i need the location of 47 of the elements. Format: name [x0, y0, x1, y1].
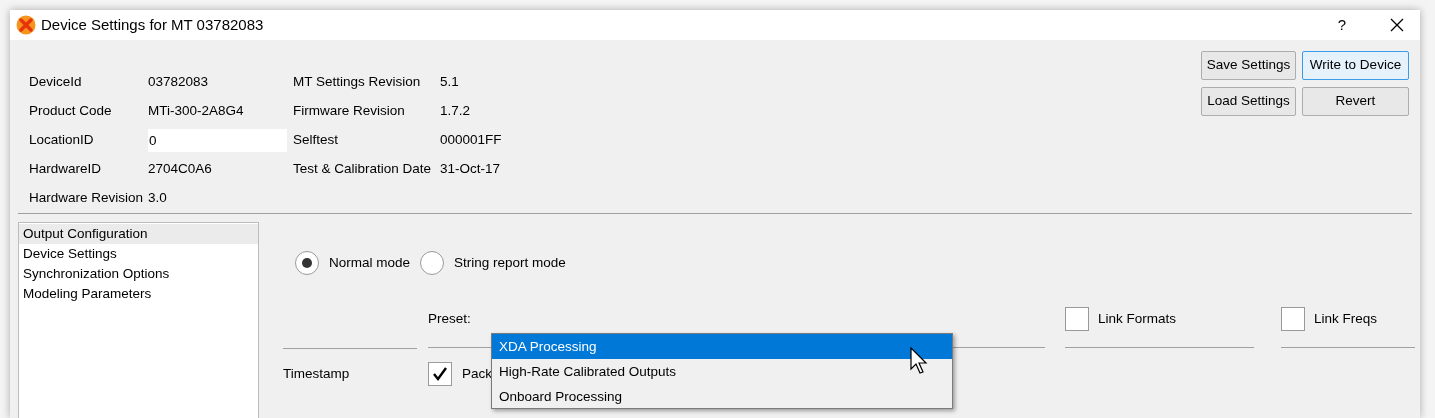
- action-button[interactable]: Save Settings: [1201, 51, 1296, 80]
- field-value: 5.1: [440, 73, 459, 92]
- radio-button[interactable]: [420, 251, 445, 275]
- field-value: 000001FF: [440, 131, 502, 150]
- field-value: 03782083: [148, 73, 209, 92]
- sidebar-item[interactable]: Synchronization Options: [19, 264, 258, 284]
- checkmark-icon: [432, 366, 448, 382]
- action-button[interactable]: Revert: [1302, 86, 1409, 116]
- preset-label: Preset:: [428, 310, 471, 328]
- radio-label: String report mode: [454, 253, 566, 272]
- field-label: Firmware Revision: [293, 102, 406, 121]
- mouse-cursor-icon: [910, 347, 929, 375]
- location-id-field[interactable]: 0: [148, 129, 287, 152]
- field-label: Selftest: [293, 131, 340, 150]
- field-label: MT Settings Revision: [293, 73, 422, 92]
- field-value: 2704C0A6: [148, 160, 212, 179]
- help-button[interactable]: ?: [1322, 10, 1362, 40]
- close-icon: [1390, 18, 1404, 32]
- field-value: 1.7.2: [440, 102, 471, 121]
- dropdown-option[interactable]: High-Rate Calibrated Outputs: [492, 359, 952, 384]
- checkbox-label: Pack: [462, 364, 492, 383]
- sidebar-item[interactable]: Device Settings: [19, 244, 258, 264]
- checkbox[interactable]: [428, 362, 452, 386]
- field-value: MTi-300-2A8G4: [148, 102, 244, 121]
- row-label: Timestamp: [283, 364, 351, 383]
- sidebar-item[interactable]: Modeling Parameters: [19, 284, 258, 304]
- checkbox[interactable]: [1281, 307, 1305, 331]
- field-label: LocationID: [29, 131, 95, 150]
- app-logo-icon: [16, 15, 36, 35]
- checkbox-label: Link Formats: [1098, 309, 1177, 328]
- field-label: Test & Calibration Date: [293, 160, 433, 179]
- radio-button[interactable]: [295, 251, 319, 275]
- checkbox-label: Link Freqs: [1314, 309, 1378, 328]
- field-value: 3.0: [148, 189, 167, 208]
- action-button[interactable]: Load Settings: [1201, 86, 1296, 116]
- field-label: DeviceId: [29, 73, 83, 92]
- field-label: Hardware Revision: [29, 189, 145, 208]
- field-label: HardwareID: [29, 160, 103, 179]
- sidebar-item[interactable]: Output Configuration: [19, 224, 258, 244]
- radio-label: Normal mode: [329, 253, 411, 272]
- dropdown-option[interactable]: XDA Processing: [492, 334, 952, 359]
- dropdown-option[interactable]: Onboard Processing: [492, 384, 952, 409]
- checkbox[interactable]: [1065, 307, 1089, 331]
- field-label: Product Code: [29, 102, 113, 121]
- field-value: 31-Oct-17: [440, 160, 501, 179]
- action-button[interactable]: Write to Device: [1302, 51, 1409, 80]
- window-title: Device Settings for MT 03782083: [41, 14, 264, 35]
